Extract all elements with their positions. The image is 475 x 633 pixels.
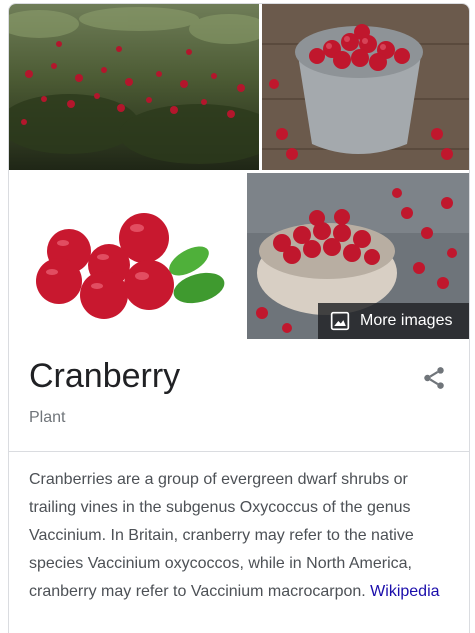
cranberry-image-bucket[interactable]	[262, 4, 469, 170]
wikipedia-link[interactable]: Wikipedia	[370, 583, 439, 600]
description-text: Cranberries are a group of evergreen dwa…	[29, 471, 414, 600]
cranberry-image-leaves[interactable]	[9, 173, 244, 339]
share-icon[interactable]	[421, 365, 447, 391]
more-images-button[interactable]: More images	[318, 303, 469, 339]
entity-subtitle: Plant	[29, 409, 66, 426]
entity-description: Cranberries are a group of evergreen dwa…	[29, 466, 454, 606]
more-images-label: More images	[360, 312, 453, 329]
cranberry-image-bowl[interactable]: More images	[247, 173, 469, 339]
entity-title: Cranberry	[29, 357, 181, 395]
entity-header: Cranberry Plant	[9, 339, 469, 452]
cranberry-image-bog[interactable]	[9, 4, 259, 170]
image-icon	[330, 311, 350, 331]
knowledge-panel: More images Cranberry Plant Cranberries …	[8, 3, 470, 633]
